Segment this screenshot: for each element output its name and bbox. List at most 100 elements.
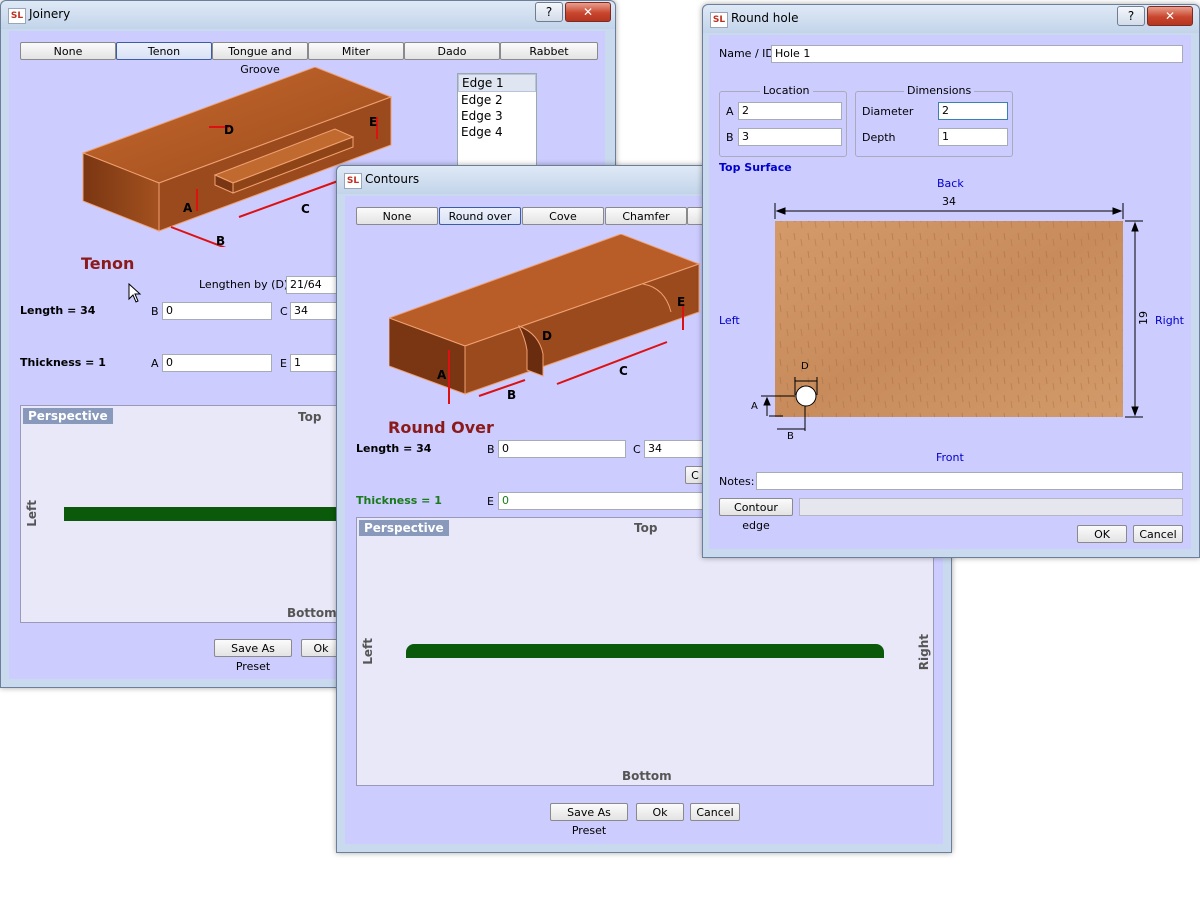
cancel-button[interactable]: Cancel: [690, 803, 740, 821]
location-title: Location: [760, 84, 813, 97]
name-label: Name / ID: [719, 47, 774, 60]
e-label: E: [280, 357, 287, 370]
tab-chamfer[interactable]: Chamfer: [605, 207, 687, 225]
loc-a-label: A: [726, 105, 734, 118]
front-label: Front: [936, 451, 964, 464]
diagram-letter-d: D: [224, 123, 234, 137]
dimensions-title: Dimensions: [904, 84, 975, 97]
tab-none[interactable]: None: [20, 42, 116, 60]
right-label: Right: [1155, 314, 1184, 327]
tab-round-over[interactable]: Round over: [439, 207, 521, 225]
notes-label: Notes:: [719, 475, 755, 488]
app-icon: SL: [710, 12, 728, 28]
mouse-cursor-icon: [128, 283, 142, 303]
height-dim-label: 19: [1137, 311, 1150, 325]
left-label: Left: [719, 314, 740, 327]
roundover-profile-bar: [406, 644, 884, 658]
joinery-titlebar[interactable]: SL Joinery ? ✕: [1, 1, 615, 29]
a-mark: A: [751, 401, 758, 412]
diagram-letter-c: C: [301, 202, 310, 216]
a-input[interactable]: 0: [162, 354, 272, 372]
roundhole-window: SL Round hole ? ✕ Name / ID Hole 1 Locat…: [702, 4, 1200, 558]
loc-b-input[interactable]: 3: [738, 128, 842, 146]
left-label: Left: [361, 638, 375, 665]
edge-item-4[interactable]: Edge 4: [458, 124, 536, 140]
b-mark: B: [787, 431, 794, 442]
c-label: C: [280, 305, 288, 318]
right-label: Right: [917, 634, 931, 671]
location-group: Location A 2 B 3: [719, 84, 847, 157]
d-mark: D: [801, 361, 809, 372]
loc-b-label: B: [726, 131, 734, 144]
diagram-letter-b: B: [216, 234, 226, 248]
depth-label: Depth: [862, 131, 896, 144]
tab-dado[interactable]: Dado: [404, 42, 500, 60]
edge-item-3[interactable]: Edge 3: [458, 108, 536, 124]
roundover-diagram: [389, 234, 701, 404]
close-button[interactable]: ✕: [1147, 6, 1193, 26]
b-label: B: [151, 305, 159, 318]
edge-item-1[interactable]: Edge 1: [458, 74, 536, 92]
contour-edge-button[interactable]: Contour edge: [719, 498, 793, 532]
diagram-letter-a: A: [437, 368, 447, 382]
back-label: Back: [937, 177, 964, 190]
perspective-tag: Perspective: [23, 408, 113, 424]
help-button[interactable]: ?: [535, 2, 563, 22]
diagram-letter-e: E: [677, 295, 686, 309]
e-label: E: [487, 495, 494, 508]
ok-button[interactable]: OK: [1077, 525, 1127, 543]
diameter-input[interactable]: 2: [938, 102, 1008, 120]
left-label: Left: [25, 500, 39, 527]
c-input[interactable]: 34: [644, 440, 704, 458]
e-input[interactable]: 0: [498, 492, 704, 510]
tab-tongue-groove[interactable]: Tongue and Groove: [212, 42, 308, 76]
save-preset-button[interactable]: Save As Preset: [550, 803, 628, 837]
tab-none[interactable]: None: [356, 207, 438, 225]
bottom-label: Bottom: [287, 606, 337, 620]
loc-a-input[interactable]: 2: [738, 102, 842, 120]
edge-list[interactable]: Edge 1 Edge 2 Edge 3 Edge 4: [457, 73, 537, 175]
diagram-letter-a: A: [183, 201, 193, 215]
thickness-label: Thickness = 1: [20, 356, 106, 369]
thickness-label: Thickness = 1: [356, 494, 442, 507]
length-label: Length = 34: [20, 304, 96, 317]
edge-item-2[interactable]: Edge 2: [458, 92, 536, 108]
save-preset-button[interactable]: Save As Preset: [214, 639, 292, 673]
diagram-letter-c: C: [619, 364, 628, 378]
tenon-profile-bar: [64, 507, 364, 521]
tab-miter[interactable]: Miter: [308, 42, 404, 60]
tab-cove[interactable]: Cove: [522, 207, 604, 225]
top-surface-label: Top Surface: [719, 161, 792, 174]
joinery-type-label: Tenon: [81, 254, 135, 273]
app-icon: SL: [8, 8, 26, 24]
perspective-tag: Perspective: [359, 520, 449, 536]
name-input[interactable]: Hole 1: [771, 45, 1183, 63]
tab-rabbet[interactable]: Rabbet: [500, 42, 598, 60]
diagram-letter-e: E: [369, 115, 378, 129]
top-label: Top: [298, 410, 322, 424]
diameter-label: Diameter: [862, 105, 914, 118]
b-input[interactable]: 0: [498, 440, 626, 458]
contour-edge-display: [799, 498, 1183, 516]
notes-input[interactable]: [756, 472, 1183, 490]
cancel-button[interactable]: Cancel: [1133, 525, 1183, 543]
bottom-label: Bottom: [622, 769, 672, 783]
help-button[interactable]: ?: [1117, 6, 1145, 26]
c-label: C: [633, 443, 641, 456]
b-label: B: [487, 443, 495, 456]
close-button[interactable]: ✕: [565, 2, 611, 22]
tab-tenon[interactable]: Tenon: [116, 42, 212, 60]
app-icon: SL: [344, 173, 362, 189]
ok-button[interactable]: Ok: [301, 639, 341, 657]
a-label: A: [151, 357, 159, 370]
diagram-letter-d: D: [542, 329, 552, 343]
b-input[interactable]: 0: [162, 302, 272, 320]
roundhole-titlebar[interactable]: SL Round hole ? ✕: [703, 5, 1199, 33]
dimensions-group: Dimensions Diameter 2 Depth 1: [855, 84, 1013, 157]
diagram-letter-b: B: [507, 388, 517, 402]
length-label: Length = 34: [356, 442, 432, 455]
ok-button[interactable]: Ok: [636, 803, 684, 821]
roundhole-title: Round hole: [731, 11, 799, 25]
depth-input[interactable]: 1: [938, 128, 1008, 146]
width-dim-label: 34: [942, 195, 956, 208]
